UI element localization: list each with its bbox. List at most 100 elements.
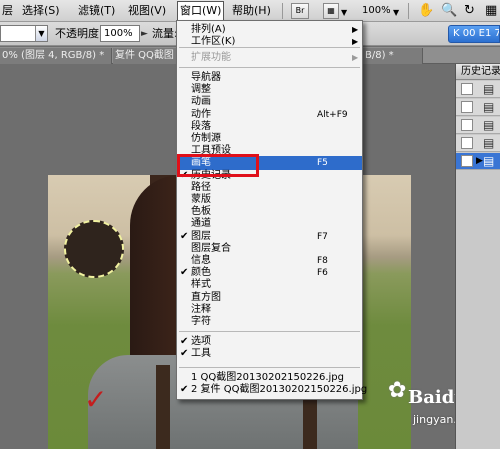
checkbox[interactable] bbox=[461, 83, 473, 95]
menu-item[interactable]: ✔ 图层 F7 bbox=[177, 231, 362, 243]
zoom-level[interactable]: 100% bbox=[362, 3, 391, 19]
zoom-dropdown-icon[interactable]: ▼ bbox=[393, 4, 399, 22]
history-row[interactable]: ▤ bbox=[456, 81, 500, 98]
pointer-icon: ▶ bbox=[476, 156, 483, 166]
menu-item-label: 仿制源 bbox=[191, 133, 221, 144]
view-extras-button[interactable]: ▦ bbox=[323, 3, 339, 19]
menu-item[interactable]: 注释 bbox=[177, 304, 362, 316]
menu-item[interactable]: ✔ 2 复件 QQ截图20130202150226.jpg bbox=[177, 384, 367, 396]
history-row[interactable]: ▤ bbox=[456, 99, 500, 116]
opacity-input[interactable]: 100% bbox=[100, 25, 140, 42]
history-row[interactable]: ▤ bbox=[456, 117, 500, 134]
menu-view[interactable]: 视图(V) bbox=[128, 3, 166, 19]
document-icon: ▤ bbox=[483, 118, 495, 132]
rotate-icon[interactable]: ↻ bbox=[464, 2, 475, 20]
mode-select[interactable]: ▼ bbox=[0, 25, 48, 42]
tab-third[interactable]: B/8) * bbox=[363, 48, 423, 64]
history-row[interactable]: ▤ bbox=[456, 135, 500, 152]
menu-item-label: 调整 bbox=[191, 84, 211, 96]
chevron-down-icon: ▼ bbox=[35, 26, 47, 41]
menu-item[interactable]: ✔ 工具 bbox=[177, 348, 362, 360]
menu-item[interactable]: 路径 bbox=[177, 182, 362, 194]
menu-filter[interactable]: 滤镜(T) bbox=[78, 3, 115, 19]
menu-item[interactable]: 图层复合 bbox=[177, 243, 362, 255]
menu-item[interactable]: 通道 bbox=[177, 218, 362, 230]
menubar-divider-2 bbox=[408, 3, 409, 19]
menu-help[interactable]: 帮助(H) bbox=[232, 3, 271, 19]
checkbox[interactable] bbox=[461, 119, 473, 131]
menu-item-label: 扩展功能 bbox=[191, 52, 231, 63]
menu-item[interactable]: 动作 Alt+F9 bbox=[177, 109, 362, 121]
check-icon: ✔ bbox=[180, 336, 189, 347]
history-panel-title[interactable]: 历史记录 bbox=[456, 64, 500, 80]
menu-divider bbox=[179, 47, 360, 48]
tab-layer4[interactable]: 0% (图层 4, RGB/8) * bbox=[0, 48, 112, 64]
document-icon: ▤ bbox=[483, 136, 495, 150]
menu-window[interactable]: 窗口(W) bbox=[177, 1, 225, 21]
menu-item-label: 导航器 bbox=[191, 72, 221, 83]
menu-item[interactable]: 蒙版 bbox=[177, 194, 362, 206]
menu-item-label: 排列(A) bbox=[191, 24, 226, 35]
menu-item[interactable]: 段落 bbox=[177, 121, 362, 133]
menu-divider bbox=[179, 367, 360, 368]
opacity-arrow-icon[interactable]: ► bbox=[141, 25, 148, 43]
bag-strap bbox=[156, 365, 170, 449]
paw-icon: ✿ bbox=[388, 378, 407, 403]
checkbox[interactable] bbox=[461, 155, 473, 167]
menu-bar: 层 选择(S) 滤镜(T) 视图(V) 窗口(W) 帮助(H) Br ▦ ▼ 1… bbox=[0, 0, 500, 22]
menu-item[interactable]: ✔ 颜色 F6 bbox=[177, 267, 362, 279]
menu-item[interactable]: 仿制源 bbox=[177, 133, 362, 145]
menu-item-label: 动画 bbox=[191, 96, 211, 108]
menu-divider bbox=[179, 331, 360, 332]
checkbox[interactable] bbox=[461, 101, 473, 113]
menu-item[interactable]: 直方图 bbox=[177, 292, 362, 304]
menu-item[interactable]: 1 QQ截图20130202150226.jpg bbox=[177, 372, 362, 384]
menu-item-label: 工具 bbox=[191, 348, 211, 360]
menu-item[interactable]: 信息 F8 bbox=[177, 255, 362, 267]
flow-button[interactable]: K 00 E1 70 e bbox=[448, 25, 500, 43]
opacity-label: 不透明度: bbox=[55, 27, 103, 40]
check-icon: ✔ bbox=[180, 348, 189, 360]
menu-item[interactable]: 样式 bbox=[177, 279, 362, 291]
menu-item[interactable]: ✔ 选项 bbox=[177, 336, 362, 348]
window-menu-dropdown: 排列(A) ▶ 工作区(K) ▶ 扩展功能 ▶ 导航器 调整 动画 动作 Alt+F9 段落 仿制源 工具… bbox=[176, 20, 367, 400]
menu-item-label: 信息 bbox=[191, 255, 211, 266]
zoom-icon[interactable]: 🔍 bbox=[441, 2, 457, 20]
menu-item: 扩展功能 ▶ bbox=[177, 52, 362, 64]
tab-copy-qq[interactable]: 复件 QQ截图 bbox=[113, 48, 177, 64]
menu-item-label: 图层 bbox=[191, 230, 211, 242]
grid-icon[interactable]: ▦ bbox=[485, 2, 497, 20]
menu-item[interactable]: 字符 bbox=[177, 316, 362, 328]
red-logo-mark: ✓ bbox=[84, 383, 108, 416]
menu-item[interactable]: 调整 bbox=[177, 84, 362, 96]
history-row-selected[interactable]: ▶ ▤ bbox=[456, 153, 500, 170]
menu-item-label: 色板 bbox=[191, 206, 211, 218]
submenu-arrow-icon: ▶ bbox=[352, 25, 359, 34]
menu-item[interactable]: 色板 bbox=[177, 206, 362, 218]
check-icon: ✔ bbox=[180, 267, 189, 279]
document-icon: ▤ bbox=[483, 154, 495, 168]
check-icon: ✔ bbox=[180, 384, 189, 396]
menu-item-label: 段落 bbox=[191, 120, 211, 132]
menu-layer[interactable]: 层 bbox=[2, 3, 13, 19]
document-icon: ▤ bbox=[483, 82, 495, 96]
menu-item-shortcut: F5 bbox=[317, 158, 328, 169]
checkbox[interactable] bbox=[461, 137, 473, 149]
menu-item-label: 选项 bbox=[191, 336, 211, 347]
menu-item-shortcut: F7 bbox=[317, 231, 328, 242]
menu-divider bbox=[179, 67, 360, 68]
menu-item[interactable]: 动画 bbox=[177, 96, 362, 108]
annotation-highlight-box bbox=[177, 154, 259, 177]
menu-item[interactable]: 导航器 bbox=[177, 72, 362, 84]
bridge-button[interactable]: Br bbox=[291, 3, 309, 19]
flow-label: 流量: bbox=[152, 27, 178, 40]
menu-item[interactable]: 排列(A) ▶ bbox=[177, 24, 362, 36]
menu-item-label: 1 QQ截图20130202150226.jpg bbox=[191, 372, 345, 383]
hand-icon[interactable]: ✋ bbox=[418, 2, 434, 20]
menu-item-label: 颜色 bbox=[191, 267, 211, 279]
menu-select[interactable]: 选择(S) bbox=[22, 3, 60, 19]
check-icon: ✔ bbox=[180, 230, 189, 242]
history-panel: 历史记录 ▤ ▤ ▤ ▤ ▶ ▤ bbox=[455, 64, 500, 449]
menu-item-shortcut: F6 bbox=[317, 268, 328, 279]
menu-item-label: 路径 bbox=[191, 181, 211, 193]
